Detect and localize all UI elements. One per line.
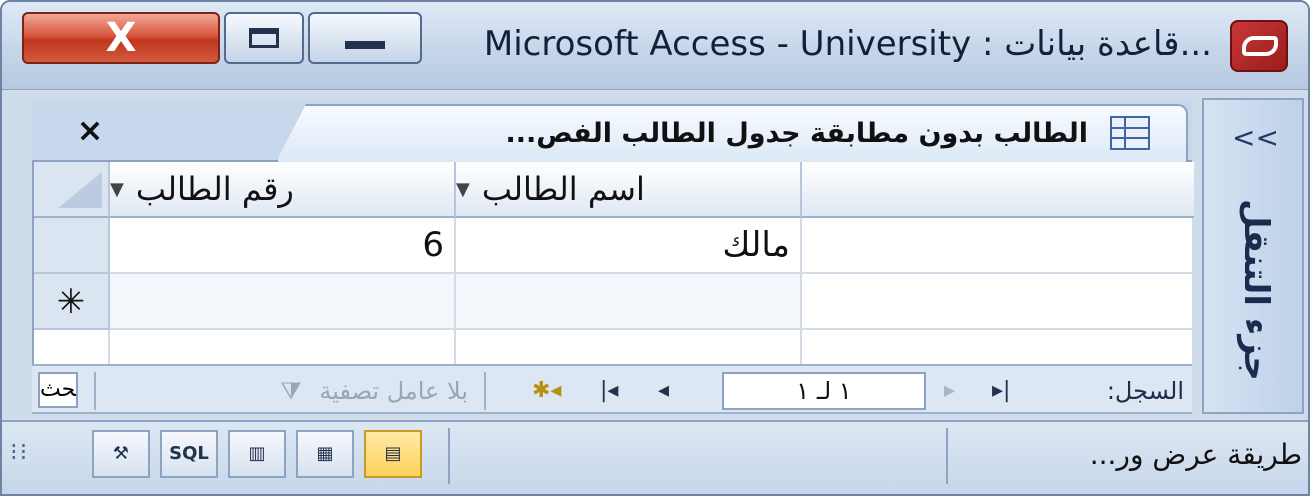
view-switcher: ⚒ SQL ▥ ▦ ▤	[92, 430, 432, 480]
title-bar: X Microsoft Access - University : قاعدة …	[2, 2, 1308, 90]
separator	[94, 372, 96, 410]
new-record-icon[interactable]: ✳	[34, 274, 110, 330]
column-header-label: اسم الطالب	[481, 170, 645, 208]
pivottable-view-icon[interactable]: ▦	[296, 430, 354, 478]
new-record-nav-icon[interactable]: ✱◂	[532, 372, 561, 410]
first-record-icon[interactable]: |◂	[600, 372, 618, 410]
new-cell-student-name[interactable]	[456, 274, 802, 330]
record-label: السجل:	[1106, 377, 1184, 405]
tab-label: الطالب بدون مطابقة جدول الطالب الفص...	[505, 118, 1088, 149]
minimize-button[interactable]	[308, 12, 422, 64]
status-bar: ⁝⁝ ⚒ SQL ▥ ▦ ▤ طريقة عرض ور...	[2, 420, 1308, 494]
expand-chevron-icon[interactable]: <<	[1232, 118, 1279, 158]
cell-empty	[802, 218, 1194, 274]
no-filter-button[interactable]: بلا عامل تصفية ⧨	[138, 372, 468, 410]
cell-student-id[interactable]: 6	[110, 218, 456, 274]
window-title: Microsoft Access - University : قاعدة بي…	[483, 24, 1212, 64]
minimize-icon	[345, 41, 385, 49]
close-icon: X	[105, 15, 137, 61]
navigation-pane[interactable]: << جزء التنقل	[1202, 98, 1304, 414]
cell-empty	[802, 274, 1194, 330]
column-header-student-id[interactable]: رقم الطالب ▼	[110, 162, 456, 218]
cell-student-name[interactable]: مالك	[456, 218, 802, 274]
pivotchart-view-icon[interactable]: ▥	[228, 430, 286, 478]
next-record-icon[interactable]: ▸	[944, 372, 955, 410]
separator	[946, 428, 948, 484]
view-mode-text: طريقة عرض ور...	[1089, 438, 1302, 471]
column-header-empty	[802, 162, 1194, 218]
new-cell-student-id[interactable]	[110, 274, 456, 330]
search-box[interactable]: بحث	[38, 372, 78, 408]
access-logo-icon[interactable]	[1230, 20, 1288, 72]
tab-query[interactable]: الطالب بدون مطابقة جدول الطالب الفص...	[276, 104, 1188, 162]
design-view-icon[interactable]: ⚒	[92, 430, 150, 478]
separator	[448, 428, 450, 484]
current-record-field[interactable]: ١ لـ ١	[722, 372, 926, 410]
datasheet-grid: رقم الطالب ▼ اسم الطالب ▼ 6 مالك ✳	[32, 162, 1194, 386]
separator	[484, 372, 486, 410]
column-dropdown-icon[interactable]: ▼	[456, 179, 470, 200]
sql-view-button[interactable]: SQL	[160, 430, 218, 478]
column-header-student-name[interactable]: اسم الطالب ▼	[456, 162, 802, 218]
last-record-icon[interactable]: ▸|	[992, 372, 1010, 410]
previous-record-icon[interactable]: ◂	[658, 372, 669, 410]
filter-label: بلا عامل تصفية	[319, 377, 468, 405]
column-header-label: رقم الطالب	[135, 170, 294, 208]
document-tab-bar: × الطالب بدون مطابقة جدول الطالب الفص...	[32, 100, 1192, 162]
close-tab-icon[interactable]: ×	[68, 110, 112, 150]
column-dropdown-icon[interactable]: ▼	[110, 179, 124, 200]
datasheet-view-icon[interactable]: ▤	[364, 430, 422, 478]
close-window-button[interactable]: X	[22, 12, 220, 64]
select-all-corner[interactable]	[34, 162, 110, 218]
navigation-pane-label: جزء التنقل	[1236, 199, 1276, 381]
row-selector[interactable]	[34, 218, 110, 274]
record-navigation-bar: بحث بلا عامل تصفية ⧨ ✱◂ |◂ ◂ ١ لـ ١ ▸ ▸|…	[32, 364, 1192, 414]
maximize-icon	[249, 28, 279, 48]
filter-icon: ⧨	[280, 377, 302, 405]
query-icon	[1110, 116, 1150, 150]
access-window: X Microsoft Access - University : قاعدة …	[0, 0, 1310, 496]
resize-grip-icon[interactable]: ⁝⁝	[10, 438, 29, 466]
maximize-button[interactable]	[224, 12, 304, 64]
